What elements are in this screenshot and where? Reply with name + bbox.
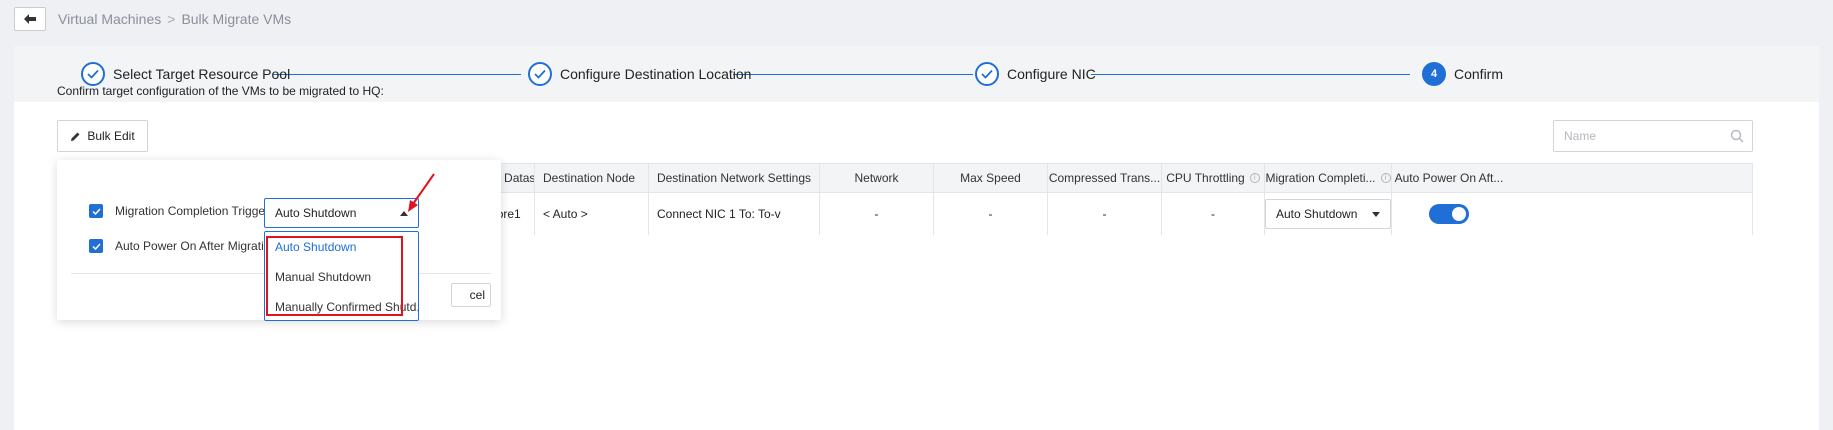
step-configure-destination: Configure Destination Location	[528, 60, 751, 88]
arrow-left-icon	[24, 14, 36, 24]
option-manual-shutdown[interactable]: Manual Shutdown	[265, 262, 418, 292]
bulk-edit-button[interactable]: Bulk Edit	[57, 120, 148, 152]
dropdown-menu: Auto Shutdown Manual Shutdown Manually C…	[264, 231, 419, 321]
auto-power-row: Auto Power On After Migration:	[89, 239, 280, 253]
auto-power-on-toggle[interactable]	[1429, 204, 1469, 224]
option-auto-shutdown[interactable]: Auto Shutdown	[265, 232, 418, 262]
migration-trigger-dropdown[interactable]: Auto Shutdown	[264, 198, 419, 228]
cell-network: -	[820, 193, 934, 235]
step-label: Configure Destination Location	[560, 66, 752, 82]
auto-power-checkbox[interactable]	[89, 239, 103, 253]
step-label: Confirm	[1454, 66, 1504, 82]
column-header: Destination Node	[535, 164, 649, 192]
confirm-description: Confirm target configuration of the VMs …	[57, 84, 384, 98]
auto-power-label: Auto Power On After Migration:	[115, 239, 281, 253]
check-icon	[528, 62, 552, 86]
cell-migration-trigger: Auto Shutdown	[1265, 193, 1392, 235]
cell-node: < Auto >	[535, 193, 649, 235]
migration-trigger-row: Migration Completion Trigger:	[89, 204, 272, 218]
column-header: Destination Network Settings	[649, 164, 820, 192]
back-button[interactable]	[14, 7, 46, 31]
cell-max-speed: -	[934, 193, 1048, 235]
column-header: CPU Throttling i	[1162, 164, 1265, 192]
check-icon	[91, 207, 101, 215]
bulk-edit-label: Bulk Edit	[87, 129, 135, 143]
info-icon[interactable]: i	[1249, 173, 1260, 183]
migration-trigger-checkbox[interactable]	[89, 204, 103, 218]
cell-network-settings: Connect NIC 1 To: To-v	[649, 193, 820, 235]
migration-trigger-select[interactable]: Auto Shutdown	[1265, 199, 1391, 229]
cell-auto-power-on	[1392, 193, 1506, 235]
migration-trigger-label: Migration Completion Trigger:	[115, 204, 273, 218]
search-input[interactable]	[1554, 121, 1714, 151]
column-header: Auto Power On Aft...	[1394, 171, 1504, 185]
search-box	[1553, 120, 1753, 152]
check-icon	[975, 62, 999, 86]
breadcrumb-item-virtual-machines[interactable]: Virtual Machines	[58, 11, 161, 27]
cell-compressed: -	[1048, 193, 1162, 235]
cell-cpu-throttling: -	[1162, 193, 1265, 235]
pencil-icon	[71, 132, 80, 141]
cancel-button[interactable]: cel	[451, 283, 491, 307]
search-icon[interactable]	[1730, 129, 1744, 143]
step-connector	[273, 74, 521, 75]
column-header: Compressed Trans...	[1048, 164, 1162, 192]
step-connector	[1091, 74, 1410, 75]
breadcrumb-separator: >	[167, 11, 176, 27]
step-label: Configure NIC	[1007, 66, 1096, 82]
breadcrumb-item-bulk-migrate: Bulk Migrate VMs	[181, 11, 292, 27]
annotation-arrow	[408, 173, 435, 212]
caret-down-icon	[1372, 211, 1380, 217]
selected-value: Auto Shutdown	[275, 206, 357, 220]
info-icon[interactable]: i	[1380, 173, 1391, 183]
column-header: Network	[820, 164, 934, 192]
check-icon	[81, 62, 105, 86]
check-icon	[91, 242, 101, 250]
column-header: Max Speed	[934, 164, 1048, 192]
step-number-badge: 4	[1422, 62, 1446, 86]
column-header: Migration Completi... i	[1265, 164, 1392, 192]
step-label: Select Target Resource Pool	[113, 66, 291, 82]
step-configure-nic: Configure NIC	[975, 60, 1096, 88]
breadcrumb: Virtual Machines > Bulk Migrate VMs	[58, 11, 291, 27]
step-confirm: 4 Confirm	[1422, 60, 1503, 88]
option-manually-confirmed-shutdown[interactable]: Manually Confirmed Shutd...	[265, 292, 418, 322]
top-bar: Virtual Machines > Bulk Migrate VMs	[14, 6, 291, 32]
step-connector	[733, 74, 973, 75]
